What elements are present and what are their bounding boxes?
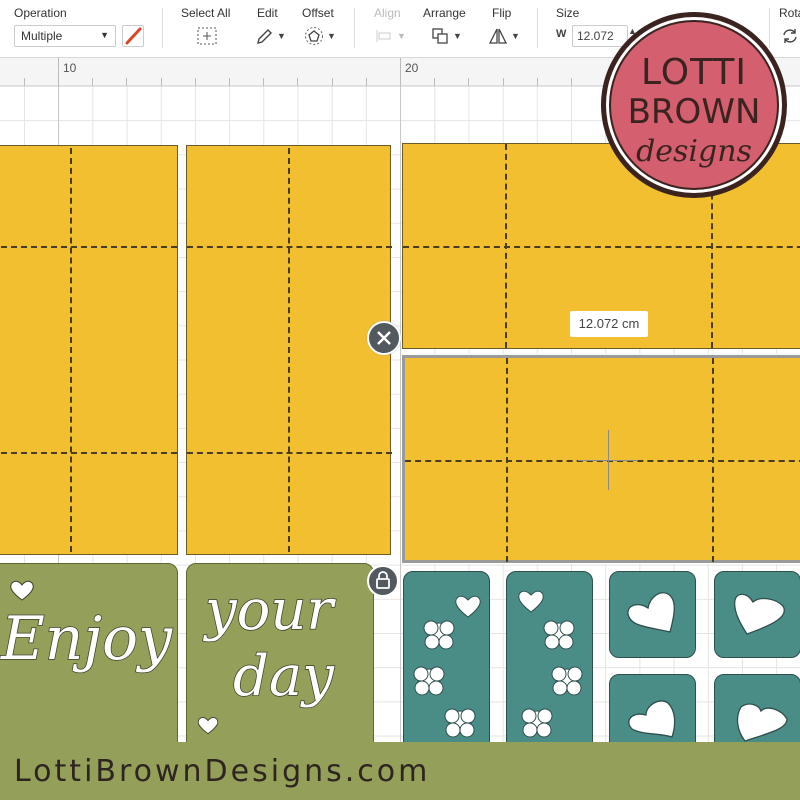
align-icon[interactable]: ▼ — [374, 26, 406, 46]
toolbar-divider — [162, 8, 163, 48]
edit-group[interactable]: Edit ▼ — [250, 0, 294, 58]
ruler-minor-tick — [263, 78, 265, 86]
heart-cutout-icon — [733, 593, 785, 635]
ruler-label-10: 10 — [63, 61, 77, 75]
ruler-minor-tick — [365, 78, 367, 86]
align-group[interactable]: Align ▼ — [370, 0, 414, 58]
pen-color-swatch[interactable] — [122, 25, 144, 47]
ruler-minor-tick — [434, 78, 436, 86]
yellow-panel-4-selected[interactable] — [401, 354, 800, 564]
flip-icon[interactable]: ▼ — [488, 26, 520, 46]
ruler-minor-tick — [331, 78, 333, 86]
footer-banner: LottiBrownDesigns.com — [0, 742, 800, 800]
heart-cutout-icon — [10, 580, 34, 601]
select-all-group[interactable]: Select All — [170, 0, 250, 58]
select-all-icon[interactable] — [196, 26, 218, 46]
arrange-icon[interactable]: ▼ — [430, 26, 462, 46]
width-label: W — [556, 28, 567, 40]
ruler-minor-tick — [58, 78, 59, 86]
operation-label: Operation — [14, 6, 67, 20]
arrange-group[interactable]: Arrange ▼ — [420, 0, 476, 58]
toolbar-divider — [537, 8, 538, 48]
ruler-minor-tick — [229, 78, 230, 86]
ruler-minor-tick — [297, 78, 299, 86]
score-line — [1, 452, 177, 454]
rotate-icon[interactable] — [780, 26, 800, 46]
yellow-panel-2[interactable] — [186, 145, 392, 555]
teal-strip-2[interactable] — [506, 571, 593, 771]
logo-line-brown: BROWN — [627, 92, 761, 132]
ruler-minor-tick — [571, 78, 572, 86]
footer-website-text: LottiBrownDesigns.com — [14, 754, 431, 789]
ruler-minor-tick — [468, 78, 470, 86]
grid-major-line — [400, 86, 401, 800]
lock-proportions-button[interactable] — [367, 565, 399, 597]
offset-group[interactable]: Offset ▼ — [300, 0, 350, 58]
ruler-minor-tick — [92, 78, 94, 86]
teal-square-2[interactable] — [714, 571, 800, 658]
app-window: Operation Multiple ▼ Select All Edit ▼ O… — [0, 0, 800, 800]
rotate-label: Rota — [779, 6, 800, 20]
logo-face: LOTTI BROWN designs — [609, 20, 779, 190]
ruler-minor-tick — [194, 78, 196, 86]
score-line — [1, 246, 177, 248]
logo-line-lotti: LOTTI — [640, 52, 748, 93]
score-line — [70, 148, 72, 552]
green-card-your-day[interactable]: your day — [186, 563, 374, 763]
toolbar-divider — [769, 8, 770, 48]
flip-group[interactable]: Flip ▼ — [482, 0, 532, 58]
operation-dropdown[interactable]: Multiple ▼ — [14, 25, 116, 47]
close-icon — [377, 331, 391, 345]
chevron-down-icon: ▼ — [453, 31, 462, 41]
offset-icon[interactable]: ▼ — [304, 26, 336, 46]
enjoy-text: Enjoy — [0, 603, 173, 675]
score-line — [288, 148, 290, 552]
score-line — [187, 452, 392, 454]
day-text: day — [232, 643, 334, 710]
score-line — [403, 246, 800, 248]
width-input[interactable]: 12.072 — [572, 25, 628, 47]
chevron-down-icon: ▼ — [397, 31, 406, 41]
arrange-label: Arrange — [423, 6, 466, 20]
edit-label: Edit — [257, 6, 278, 20]
lotti-brown-logo: LOTTI BROWN designs — [601, 12, 787, 198]
size-label: Size — [556, 6, 580, 20]
teal-square-1[interactable] — [609, 571, 696, 658]
ruler-minor-tick — [502, 78, 504, 86]
edit-pencil-icon[interactable]: ▼ — [254, 26, 286, 46]
operation-group: Operation Multiple ▼ — [0, 0, 160, 58]
ruler-minor-tick — [400, 78, 401, 86]
chevron-down-icon: ▼ — [327, 31, 336, 41]
center-crosshair — [578, 460, 638, 461]
chevron-down-icon: ▼ — [277, 31, 286, 41]
teal-strip-1[interactable] — [403, 571, 490, 771]
dimension-label: 12.072 cm — [570, 311, 648, 337]
rotate-group[interactable]: Rota — [772, 0, 800, 58]
logo-line-designs: designs — [636, 134, 752, 169]
offset-label: Offset — [302, 6, 334, 20]
ruler-minor-tick — [126, 78, 128, 86]
ruler-label-20: 20 — [405, 61, 419, 75]
delete-selection-button[interactable] — [367, 321, 401, 355]
toolbar-divider — [354, 8, 355, 48]
align-label: Align — [374, 6, 401, 20]
yellow-panel-1[interactable] — [0, 145, 178, 555]
score-line — [187, 246, 392, 248]
chevron-down-icon: ▼ — [100, 30, 109, 40]
flip-label: Flip — [492, 6, 512, 20]
ruler-minor-tick — [23, 78, 25, 86]
green-card-enjoy[interactable]: Enjoy — [0, 563, 178, 763]
logo-ring: LOTTI BROWN designs — [606, 17, 782, 193]
select-all-label: Select All — [181, 6, 231, 20]
ruler-minor-tick — [536, 78, 538, 86]
ruler-minor-tick — [160, 78, 162, 86]
chevron-down-icon: ▼ — [511, 31, 520, 41]
operation-value: Multiple — [21, 29, 63, 43]
heart-cutout-icon — [627, 592, 675, 633]
lock-icon — [376, 571, 390, 589]
pen-line-icon — [125, 27, 142, 45]
your-text: your — [204, 577, 334, 644]
heart-cutout-icon — [197, 716, 219, 735]
